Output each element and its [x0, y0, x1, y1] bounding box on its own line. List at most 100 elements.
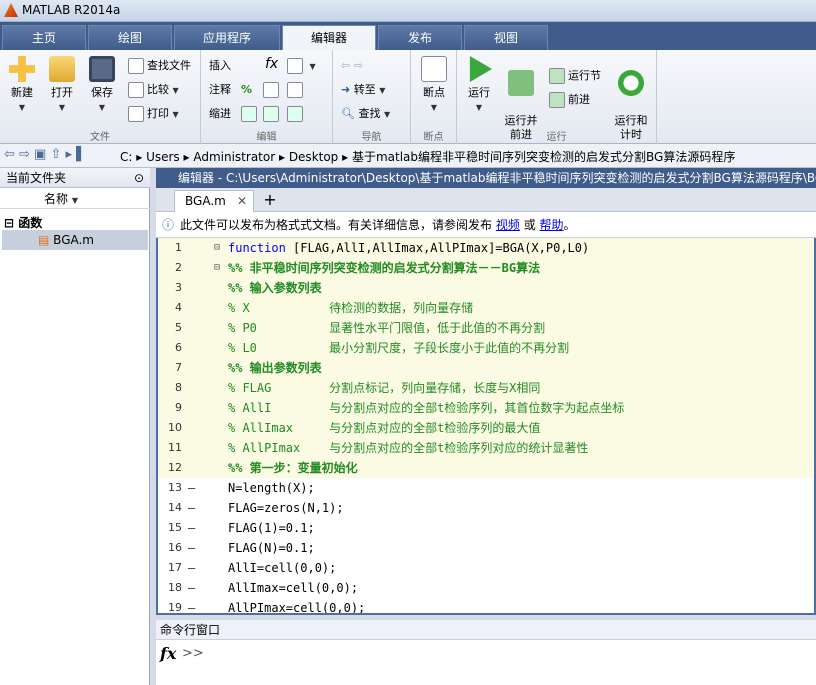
- panel-menu-icon[interactable]: ⊙: [134, 168, 144, 188]
- save-button[interactable]: 保存 ▼: [86, 56, 118, 115]
- code-line[interactable]: 6 % L0 最小分割尺度，子段长度小于此值的不再分割: [158, 338, 814, 358]
- code-line[interactable]: 16– FLAG(N)=0.1;: [158, 538, 814, 558]
- uncomment-icon[interactable]: [263, 80, 282, 100]
- breakpoint-marker[interactable]: –: [188, 598, 195, 613]
- video-link[interactable]: 视频: [496, 218, 520, 232]
- tab-apps[interactable]: 应用程序: [174, 25, 280, 50]
- percent-icon[interactable]: %: [241, 80, 252, 100]
- run-icon: [469, 56, 492, 82]
- group-functions[interactable]: ⊟ 函数: [4, 214, 42, 231]
- advance-button[interactable]: 前进: [549, 90, 590, 110]
- code-line[interactable]: 5 % P0 显著性水平门限值，低于此值的不再分割: [158, 318, 814, 338]
- wrap-comments-icon[interactable]: [287, 80, 306, 100]
- fold-icon[interactable]: ⊟: [214, 258, 220, 278]
- tab-publish[interactable]: 发布: [378, 25, 462, 50]
- code-line[interactable]: 2 %% 非平稳时间序列突变检测的启发式分割算法－－BG算法 ⊟: [158, 258, 814, 278]
- file-section: 新建 ▼ 打开 ▼ 保存 ▼ 查找文件 比较 ▼ 打印 ▼ 文件: [0, 50, 201, 144]
- new-tab-button[interactable]: +: [258, 190, 282, 212]
- save-icon: [89, 56, 115, 82]
- dropdown-arrow-icon: ▼: [18, 103, 26, 112]
- code-text: % L0 最小分割尺度，子段长度小于此值的不再分割: [228, 341, 570, 355]
- publish-info-bar: ⓘ 此文件可以发布为格式式文档。有关详细信息，请参阅发布 视频 或 帮助。: [156, 212, 816, 238]
- decrease-indent-icon[interactable]: [263, 104, 282, 124]
- code-line[interactable]: 14– FLAG=zeros(N,1);: [158, 498, 814, 518]
- run-section-button[interactable]: 运行节: [549, 66, 601, 86]
- compare-button[interactable]: 比较 ▼: [128, 80, 179, 100]
- breadcrumb-segment[interactable]: C:: [120, 150, 132, 164]
- code-text: % FLAG 分割点标记，列向量存储，长度与X相同: [228, 381, 541, 395]
- fold-icon[interactable]: ⊟: [214, 238, 220, 258]
- section-label: 运行: [546, 132, 567, 143]
- fx-icon[interactable]: fx: [160, 644, 176, 663]
- tab-view[interactable]: 视图: [464, 25, 548, 50]
- code-line[interactable]: 8 % FLAG 分割点标记，列向量存储，长度与X相同: [158, 378, 814, 398]
- smart-indent-icon[interactable]: [241, 104, 260, 124]
- breakpoint-marker[interactable]: –: [188, 498, 195, 518]
- code-line[interactable]: 12 %% 第一步：变量初始化: [158, 458, 814, 478]
- code-line[interactable]: 4 % X 待检测的数据，列向量存储: [158, 298, 814, 318]
- back-forward-icon[interactable]: ⇦ ⇨: [341, 56, 363, 76]
- line-number: 2: [175, 261, 182, 274]
- breakpoints-button[interactable]: 断点 ▼: [417, 56, 451, 115]
- insert-function-icon[interactable]: ▼: [287, 56, 316, 76]
- increase-indent-icon[interactable]: [287, 104, 306, 124]
- breadcrumb-segment[interactable]: Administrator: [193, 150, 275, 164]
- toolstrip-tabs: 主页 绘图 应用程序 编辑器 发布 视图: [0, 22, 816, 50]
- code-text: N=length(X);: [228, 481, 315, 495]
- file-item[interactable]: ▤ BGA.m: [2, 230, 148, 250]
- breakpoint-marker[interactable]: –: [188, 558, 195, 578]
- run-advance-icon: [508, 70, 534, 96]
- code-line[interactable]: 18– AllImax=cell(0,0);: [158, 578, 814, 598]
- code-line[interactable]: 19– AllPImax=cell(0,0);: [158, 598, 814, 615]
- code-line[interactable]: 10 % AllImax 与分割点对应的全部t检验序列的最大值: [158, 418, 814, 438]
- find-files-button[interactable]: 查找文件: [128, 56, 191, 76]
- open-button[interactable]: 打开 ▼: [46, 56, 78, 115]
- code-line[interactable]: 3 %% 输入参数列表: [158, 278, 814, 298]
- command-window[interactable]: fx >>: [156, 640, 816, 685]
- breakpoint-marker[interactable]: –: [188, 518, 195, 538]
- code-text: %% 非平稳时间序列突变检测的启发式分割算法－－BG算法: [228, 261, 541, 275]
- find-button[interactable]: 🔍︎ 查找 ▼: [341, 104, 390, 124]
- line-number: 5: [175, 321, 182, 334]
- new-button[interactable]: 新建 ▼: [6, 56, 38, 115]
- code-line[interactable]: 9 % AllI 与分割点对应的全部t检验序列，其首位数字为起点坐标: [158, 398, 814, 418]
- code-text: function [FLAG,AllI,AllImax,AllPImax]=BG…: [228, 238, 589, 258]
- breadcrumb-segment[interactable]: 基于matlab编程非平稳时间序列突变检测的启发式分割BG算法源码程序: [352, 150, 735, 164]
- tab-plots[interactable]: 绘图: [88, 25, 172, 50]
- code-line[interactable]: 17– AllI=cell(0,0);: [158, 558, 814, 578]
- breakpoints-section: 断点 ▼ 断点: [411, 50, 457, 144]
- line-number: 13: [168, 481, 182, 494]
- column-header-name[interactable]: 名称 ▼: [0, 189, 150, 209]
- help-link[interactable]: 帮助: [540, 218, 564, 232]
- fx-button[interactable]: fx: [265, 54, 278, 74]
- code-line[interactable]: 7 %% 输出参数列表: [158, 358, 814, 378]
- comment-button[interactable]: 注释: [209, 80, 231, 100]
- code-line[interactable]: 11 % AllPImax 与分割点对应的全部t检验序列对应的统计显著性: [158, 438, 814, 458]
- panel-header: 当前文件夹 ⊙: [0, 168, 150, 188]
- file-tab-bga[interactable]: BGA.m ✕: [174, 190, 254, 212]
- tab-home[interactable]: 主页: [2, 25, 86, 50]
- print-button[interactable]: 打印 ▼: [128, 104, 179, 124]
- navigation-icons[interactable]: ⇦ ⇨ ▣ ⇧ ▸ ▌: [4, 147, 86, 162]
- breadcrumb[interactable]: C: ▸ Users ▸ Administrator ▸ Desktop ▸ 基…: [120, 148, 735, 165]
- code-line[interactable]: 1 function [FLAG,AllI,AllImax,AllPImax]=B…: [158, 238, 814, 258]
- indent-button[interactable]: 缩进: [209, 104, 231, 124]
- line-number: 14: [168, 501, 182, 514]
- tab-editor[interactable]: 编辑器: [282, 25, 376, 50]
- run-button[interactable]: 运行 ▼: [463, 56, 495, 115]
- title-bar: MATLAB R2014a: [0, 0, 816, 22]
- breakpoint-marker[interactable]: –: [188, 578, 195, 598]
- breakpoint-marker[interactable]: –: [188, 538, 195, 558]
- code-line[interactable]: 15– FLAG(1)=0.1;: [158, 518, 814, 538]
- code-editor[interactable]: 1 function [FLAG,AllI,AllImax,AllPImax]=B…: [156, 238, 816, 615]
- command-prompt: >>: [182, 646, 204, 661]
- close-icon[interactable]: ✕: [237, 191, 247, 211]
- insert-button[interactable]: 插入: [209, 56, 231, 76]
- breadcrumb-segment[interactable]: Desktop: [289, 150, 339, 164]
- breakpoint-marker[interactable]: –: [188, 478, 195, 498]
- find-files-icon: [128, 58, 144, 74]
- goto-button[interactable]: ➜ 转至 ▼: [341, 80, 385, 100]
- code-line[interactable]: 13– N=length(X);: [158, 478, 814, 498]
- breadcrumb-segment[interactable]: Users: [146, 150, 180, 164]
- code-text: AllPImax=cell(0,0);: [228, 601, 366, 615]
